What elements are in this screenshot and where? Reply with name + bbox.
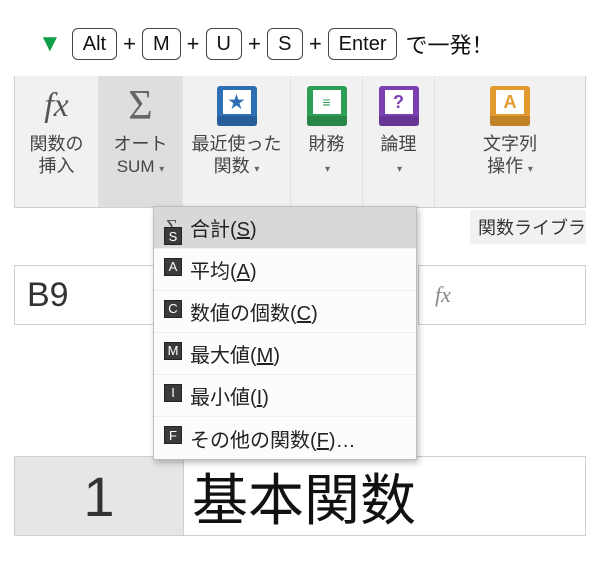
ribbon-formulas: fx 関数の挿入 Σ オートSUM ▾ ★ 最近使った関数 ▾ ≡ 財務▾ ? <box>14 76 586 208</box>
menu-item-count[interactable]: C 数値の個数(C) <box>154 291 416 333</box>
menu-item-label: 平均(A) <box>190 255 416 284</box>
question-book-icon: ? <box>379 82 419 130</box>
sigma-icon: Σ <box>128 82 152 130</box>
triangle-icon: ▼ <box>38 30 62 58</box>
keytip-f: F <box>164 426 182 444</box>
key-s: S <box>267 28 303 60</box>
chevron-down-icon: ▾ <box>252 164 260 175</box>
chevron-down-icon: ▾ <box>525 164 533 175</box>
recent-functions-button[interactable]: ★ 最近使った関数 ▾ <box>183 76 291 207</box>
key-u: U <box>206 28 242 60</box>
tip-tail: で一発！ <box>405 28 493 60</box>
text-functions-button[interactable]: A 文字列操作 ▾ <box>435 76 585 207</box>
keytip-c: C <box>164 300 182 318</box>
key-m: M <box>142 28 181 60</box>
keytip-m: M <box>164 342 182 360</box>
sheet-row-1: 1 基本関数 <box>14 456 586 536</box>
menu-item-label: その他の関数(F)… <box>190 424 416 453</box>
logical-button[interactable]: ? 論理▾ <box>363 76 435 207</box>
keytip-a: A <box>164 258 182 276</box>
chevron-down-icon: ▾ <box>156 164 164 175</box>
autosum-button[interactable]: Σ オートSUM ▾ <box>99 76 183 207</box>
menu-item-sum[interactable]: Σ S 合計(S) <box>154 207 416 249</box>
name-box[interactable]: B9 <box>14 265 154 325</box>
star-book-icon: ★ <box>217 82 257 130</box>
insert-function-button[interactable]: fx 関数の挿入 <box>15 76 99 207</box>
shortcut-tip: ▼ Alt + M + U + S + Enter で一発！ <box>38 28 494 60</box>
menu-item-label: 合計(S) <box>190 213 416 242</box>
chevron-down-icon: ▾ <box>397 164 402 175</box>
cell-a1[interactable]: 基本関数 <box>184 456 586 536</box>
coins-book-icon: ≡ <box>307 82 347 130</box>
menu-item-label: 数値の個数(C) <box>190 297 416 326</box>
formula-bar[interactable]: fx <box>418 265 586 325</box>
key-enter: Enter <box>328 28 398 60</box>
key-alt: Alt <box>72 28 117 60</box>
menu-item-label: 最小値(I) <box>190 381 416 410</box>
menu-item-label: 最大値(M) <box>190 339 416 368</box>
menu-item-min[interactable]: I 最小値(I) <box>154 375 416 417</box>
menu-item-more[interactable]: F その他の関数(F)… <box>154 417 416 459</box>
financial-button[interactable]: ≡ 財務▾ <box>291 76 363 207</box>
fx-icon: fx <box>44 82 69 130</box>
keytip-i: I <box>164 384 182 402</box>
menu-item-average[interactable]: A 平均(A) <box>154 249 416 291</box>
autosum-menu: Σ S 合計(S) A 平均(A) C 数値の個数(C) M 最大値(M) I … <box>153 206 417 460</box>
function-library-label: 関数ライブラ <box>470 210 586 244</box>
chevron-down-icon: ▾ <box>325 164 330 175</box>
menu-item-max[interactable]: M 最大値(M) <box>154 333 416 375</box>
fx-icon: fx <box>435 282 451 308</box>
letter-book-icon: A <box>490 82 530 130</box>
keytip-s: S <box>164 227 182 245</box>
row-header-1[interactable]: 1 <box>14 456 184 536</box>
